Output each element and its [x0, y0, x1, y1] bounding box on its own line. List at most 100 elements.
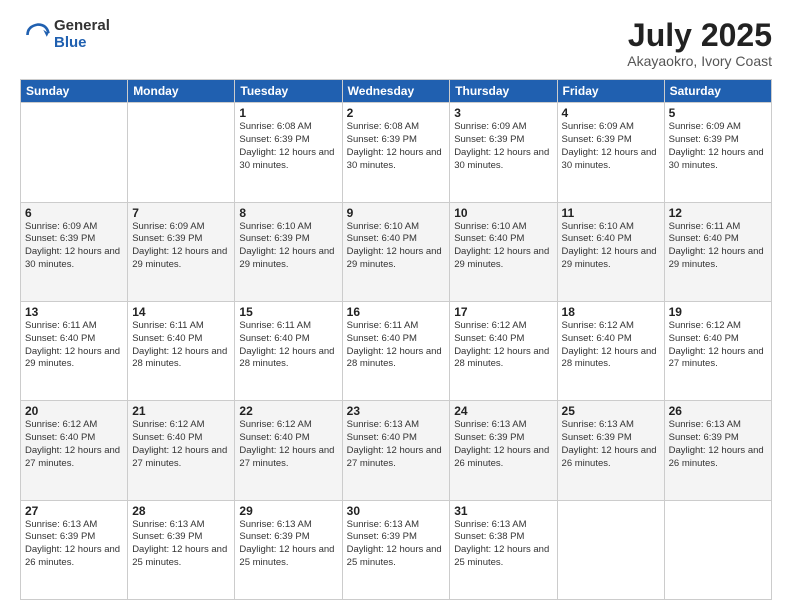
cell-day-number: 31 — [454, 504, 552, 518]
calendar-week-4: 20Sunrise: 6:12 AM Sunset: 6:40 PM Dayli… — [21, 401, 772, 500]
calendar-cell-5-7 — [664, 500, 771, 599]
calendar-cell-5-6 — [557, 500, 664, 599]
calendar-cell-1-5: 3Sunrise: 6:09 AM Sunset: 6:39 PM Daylig… — [450, 103, 557, 202]
cell-day-number: 3 — [454, 106, 552, 120]
cell-day-number: 1 — [239, 106, 337, 120]
cell-info: Sunrise: 6:13 AM Sunset: 6:39 PM Dayligh… — [562, 419, 660, 470]
cell-info: Sunrise: 6:11 AM Sunset: 6:40 PM Dayligh… — [669, 221, 767, 272]
cell-info: Sunrise: 6:09 AM Sunset: 6:39 PM Dayligh… — [132, 221, 230, 272]
calendar-cell-2-4: 9Sunrise: 6:10 AM Sunset: 6:40 PM Daylig… — [342, 202, 450, 301]
calendar-week-5: 27Sunrise: 6:13 AM Sunset: 6:39 PM Dayli… — [21, 500, 772, 599]
calendar-cell-3-5: 17Sunrise: 6:12 AM Sunset: 6:40 PM Dayli… — [450, 301, 557, 400]
cell-info: Sunrise: 6:12 AM Sunset: 6:40 PM Dayligh… — [25, 419, 123, 470]
calendar-cell-2-2: 7Sunrise: 6:09 AM Sunset: 6:39 PM Daylig… — [128, 202, 235, 301]
calendar-cell-3-1: 13Sunrise: 6:11 AM Sunset: 6:40 PM Dayli… — [21, 301, 128, 400]
calendar-cell-4-2: 21Sunrise: 6:12 AM Sunset: 6:40 PM Dayli… — [128, 401, 235, 500]
cell-day-number: 25 — [562, 404, 660, 418]
cell-day-number: 6 — [25, 206, 123, 220]
cell-info: Sunrise: 6:12 AM Sunset: 6:40 PM Dayligh… — [132, 419, 230, 470]
cell-info: Sunrise: 6:12 AM Sunset: 6:40 PM Dayligh… — [239, 419, 337, 470]
cell-info: Sunrise: 6:11 AM Sunset: 6:40 PM Dayligh… — [239, 320, 337, 371]
calendar-cell-5-2: 28Sunrise: 6:13 AM Sunset: 6:39 PM Dayli… — [128, 500, 235, 599]
cell-day-number: 7 — [132, 206, 230, 220]
calendar-cell-1-4: 2Sunrise: 6:08 AM Sunset: 6:39 PM Daylig… — [342, 103, 450, 202]
col-friday: Friday — [557, 80, 664, 103]
col-monday: Monday — [128, 80, 235, 103]
col-tuesday: Tuesday — [235, 80, 342, 103]
calendar-cell-1-2 — [128, 103, 235, 202]
logo: General Blue — [20, 18, 110, 51]
calendar-week-1: 1Sunrise: 6:08 AM Sunset: 6:39 PM Daylig… — [21, 103, 772, 202]
cell-info: Sunrise: 6:10 AM Sunset: 6:39 PM Dayligh… — [239, 221, 337, 272]
calendar-cell-2-6: 11Sunrise: 6:10 AM Sunset: 6:40 PM Dayli… — [557, 202, 664, 301]
calendar-week-2: 6 Sunrise: 6:09 AM Sunset: 6:39 PM Daylig… — [21, 202, 772, 301]
cell-info: Sunrise: 6:11 AM Sunset: 6:40 PM Dayligh… — [25, 320, 123, 371]
cell-info: Sunrise: 6:09 AM Sunset: 6:39 PM Dayligh… — [562, 121, 660, 172]
calendar-cell-5-4: 30Sunrise: 6:13 AM Sunset: 6:39 PM Dayli… — [342, 500, 450, 599]
cell-day-number: 30 — [347, 504, 446, 518]
cell-day-number: 29 — [239, 504, 337, 518]
cell-info: Sunrise: 6:09 AM Sunset: 6:39 PM Dayligh… — [454, 121, 552, 172]
cell-day-number: 18 — [562, 305, 660, 319]
col-wednesday: Wednesday — [342, 80, 450, 103]
cell-info: Sunrise: 6:13 AM Sunset: 6:38 PM Dayligh… — [454, 519, 552, 570]
calendar-cell-5-3: 29Sunrise: 6:13 AM Sunset: 6:39 PM Dayli… — [235, 500, 342, 599]
cell-day-number: 22 — [239, 404, 337, 418]
cell-day-number: 23 — [347, 404, 446, 418]
calendar-cell-2-1: 6Sunrise: 6:09 AM Sunset: 6:39 PM Daylig… — [21, 202, 128, 301]
cell-info: Sunrise: 6:08 AM Sunset: 6:39 PM Dayligh… — [347, 121, 446, 172]
logo-blue: Blue — [54, 35, 110, 52]
calendar-cell-3-3: 15Sunrise: 6:11 AM Sunset: 6:40 PM Dayli… — [235, 301, 342, 400]
calendar-cell-4-6: 25Sunrise: 6:13 AM Sunset: 6:39 PM Dayli… — [557, 401, 664, 500]
cell-day-number: 20 — [25, 404, 123, 418]
cell-day-number: 12 — [669, 206, 767, 220]
calendar-cell-3-4: 16Sunrise: 6:11 AM Sunset: 6:40 PM Dayli… — [342, 301, 450, 400]
calendar-cell-4-5: 24Sunrise: 6:13 AM Sunset: 6:39 PM Dayli… — [450, 401, 557, 500]
cell-info: Sunrise: 6:13 AM Sunset: 6:39 PM Dayligh… — [454, 419, 552, 470]
calendar-cell-4-3: 22Sunrise: 6:12 AM Sunset: 6:40 PM Dayli… — [235, 401, 342, 500]
calendar-cell-4-7: 26Sunrise: 6:13 AM Sunset: 6:39 PM Dayli… — [664, 401, 771, 500]
logo-text: General Blue — [54, 18, 110, 51]
cell-info: Sunrise: 6:08 AM Sunset: 6:39 PM Dayligh… — [239, 121, 337, 172]
logo-icon — [24, 21, 52, 49]
cell-info: Sunrise: 6:13 AM Sunset: 6:39 PM Dayligh… — [25, 519, 123, 570]
calendar-cell-3-6: 18Sunrise: 6:12 AM Sunset: 6:40 PM Dayli… — [557, 301, 664, 400]
calendar-cell-4-1: 20Sunrise: 6:12 AM Sunset: 6:40 PM Dayli… — [21, 401, 128, 500]
calendar-cell-1-3: 1Sunrise: 6:08 AM Sunset: 6:39 PM Daylig… — [235, 103, 342, 202]
cell-info: Sunrise: 6:13 AM Sunset: 6:39 PM Dayligh… — [347, 519, 446, 570]
calendar-cell-5-5: 31Sunrise: 6:13 AM Sunset: 6:38 PM Dayli… — [450, 500, 557, 599]
cell-day-number: 2 — [347, 106, 446, 120]
calendar-cell-4-4: 23Sunrise: 6:13 AM Sunset: 6:40 PM Dayli… — [342, 401, 450, 500]
cell-day-number: 21 — [132, 404, 230, 418]
cell-info: Sunrise: 6:13 AM Sunset: 6:39 PM Dayligh… — [132, 519, 230, 570]
calendar-table: Sunday Monday Tuesday Wednesday Thursday… — [20, 79, 772, 600]
cell-info: Sunrise: 6:11 AM Sunset: 6:40 PM Dayligh… — [347, 320, 446, 371]
calendar-cell-2-7: 12Sunrise: 6:11 AM Sunset: 6:40 PM Dayli… — [664, 202, 771, 301]
cell-day-number: 8 — [239, 206, 337, 220]
calendar-cell-1-7: 5Sunrise: 6:09 AM Sunset: 6:39 PM Daylig… — [664, 103, 771, 202]
calendar-cell-2-5: 10Sunrise: 6:10 AM Sunset: 6:40 PM Dayli… — [450, 202, 557, 301]
logo-general: General — [54, 18, 110, 35]
cell-info: Sunrise: 6:12 AM Sunset: 6:40 PM Dayligh… — [669, 320, 767, 371]
cell-day-number: 17 — [454, 305, 552, 319]
cell-day-number: 24 — [454, 404, 552, 418]
calendar-cell-3-2: 14Sunrise: 6:11 AM Sunset: 6:40 PM Dayli… — [128, 301, 235, 400]
cell-day-number: 11 — [562, 206, 660, 220]
cell-info: Sunrise: 6:10 AM Sunset: 6:40 PM Dayligh… — [562, 221, 660, 272]
month-title: July 2025 — [627, 18, 772, 53]
cell-info: Sunrise: 6:10 AM Sunset: 6:40 PM Dayligh… — [454, 221, 552, 272]
cell-day-number: 26 — [669, 404, 767, 418]
calendar-cell-3-7: 19Sunrise: 6:12 AM Sunset: 6:40 PM Dayli… — [664, 301, 771, 400]
cell-day-number: 5 — [669, 106, 767, 120]
cell-day-number: 19 — [669, 305, 767, 319]
cell-day-number: 28 — [132, 504, 230, 518]
cell-day-number: 15 — [239, 305, 337, 319]
calendar-cell-1-1 — [21, 103, 128, 202]
cell-info: Sunrise: 6:09 AM Sunset: 6:39 PM Dayligh… — [669, 121, 767, 172]
cell-day-number: 14 — [132, 305, 230, 319]
cell-day-number: 10 — [454, 206, 552, 220]
col-thursday: Thursday — [450, 80, 557, 103]
cell-info: Sunrise: 6:10 AM Sunset: 6:40 PM Dayligh… — [347, 221, 446, 272]
location-title: Akayaokro, Ivory Coast — [627, 53, 772, 69]
calendar-week-3: 13Sunrise: 6:11 AM Sunset: 6:40 PM Dayli… — [21, 301, 772, 400]
